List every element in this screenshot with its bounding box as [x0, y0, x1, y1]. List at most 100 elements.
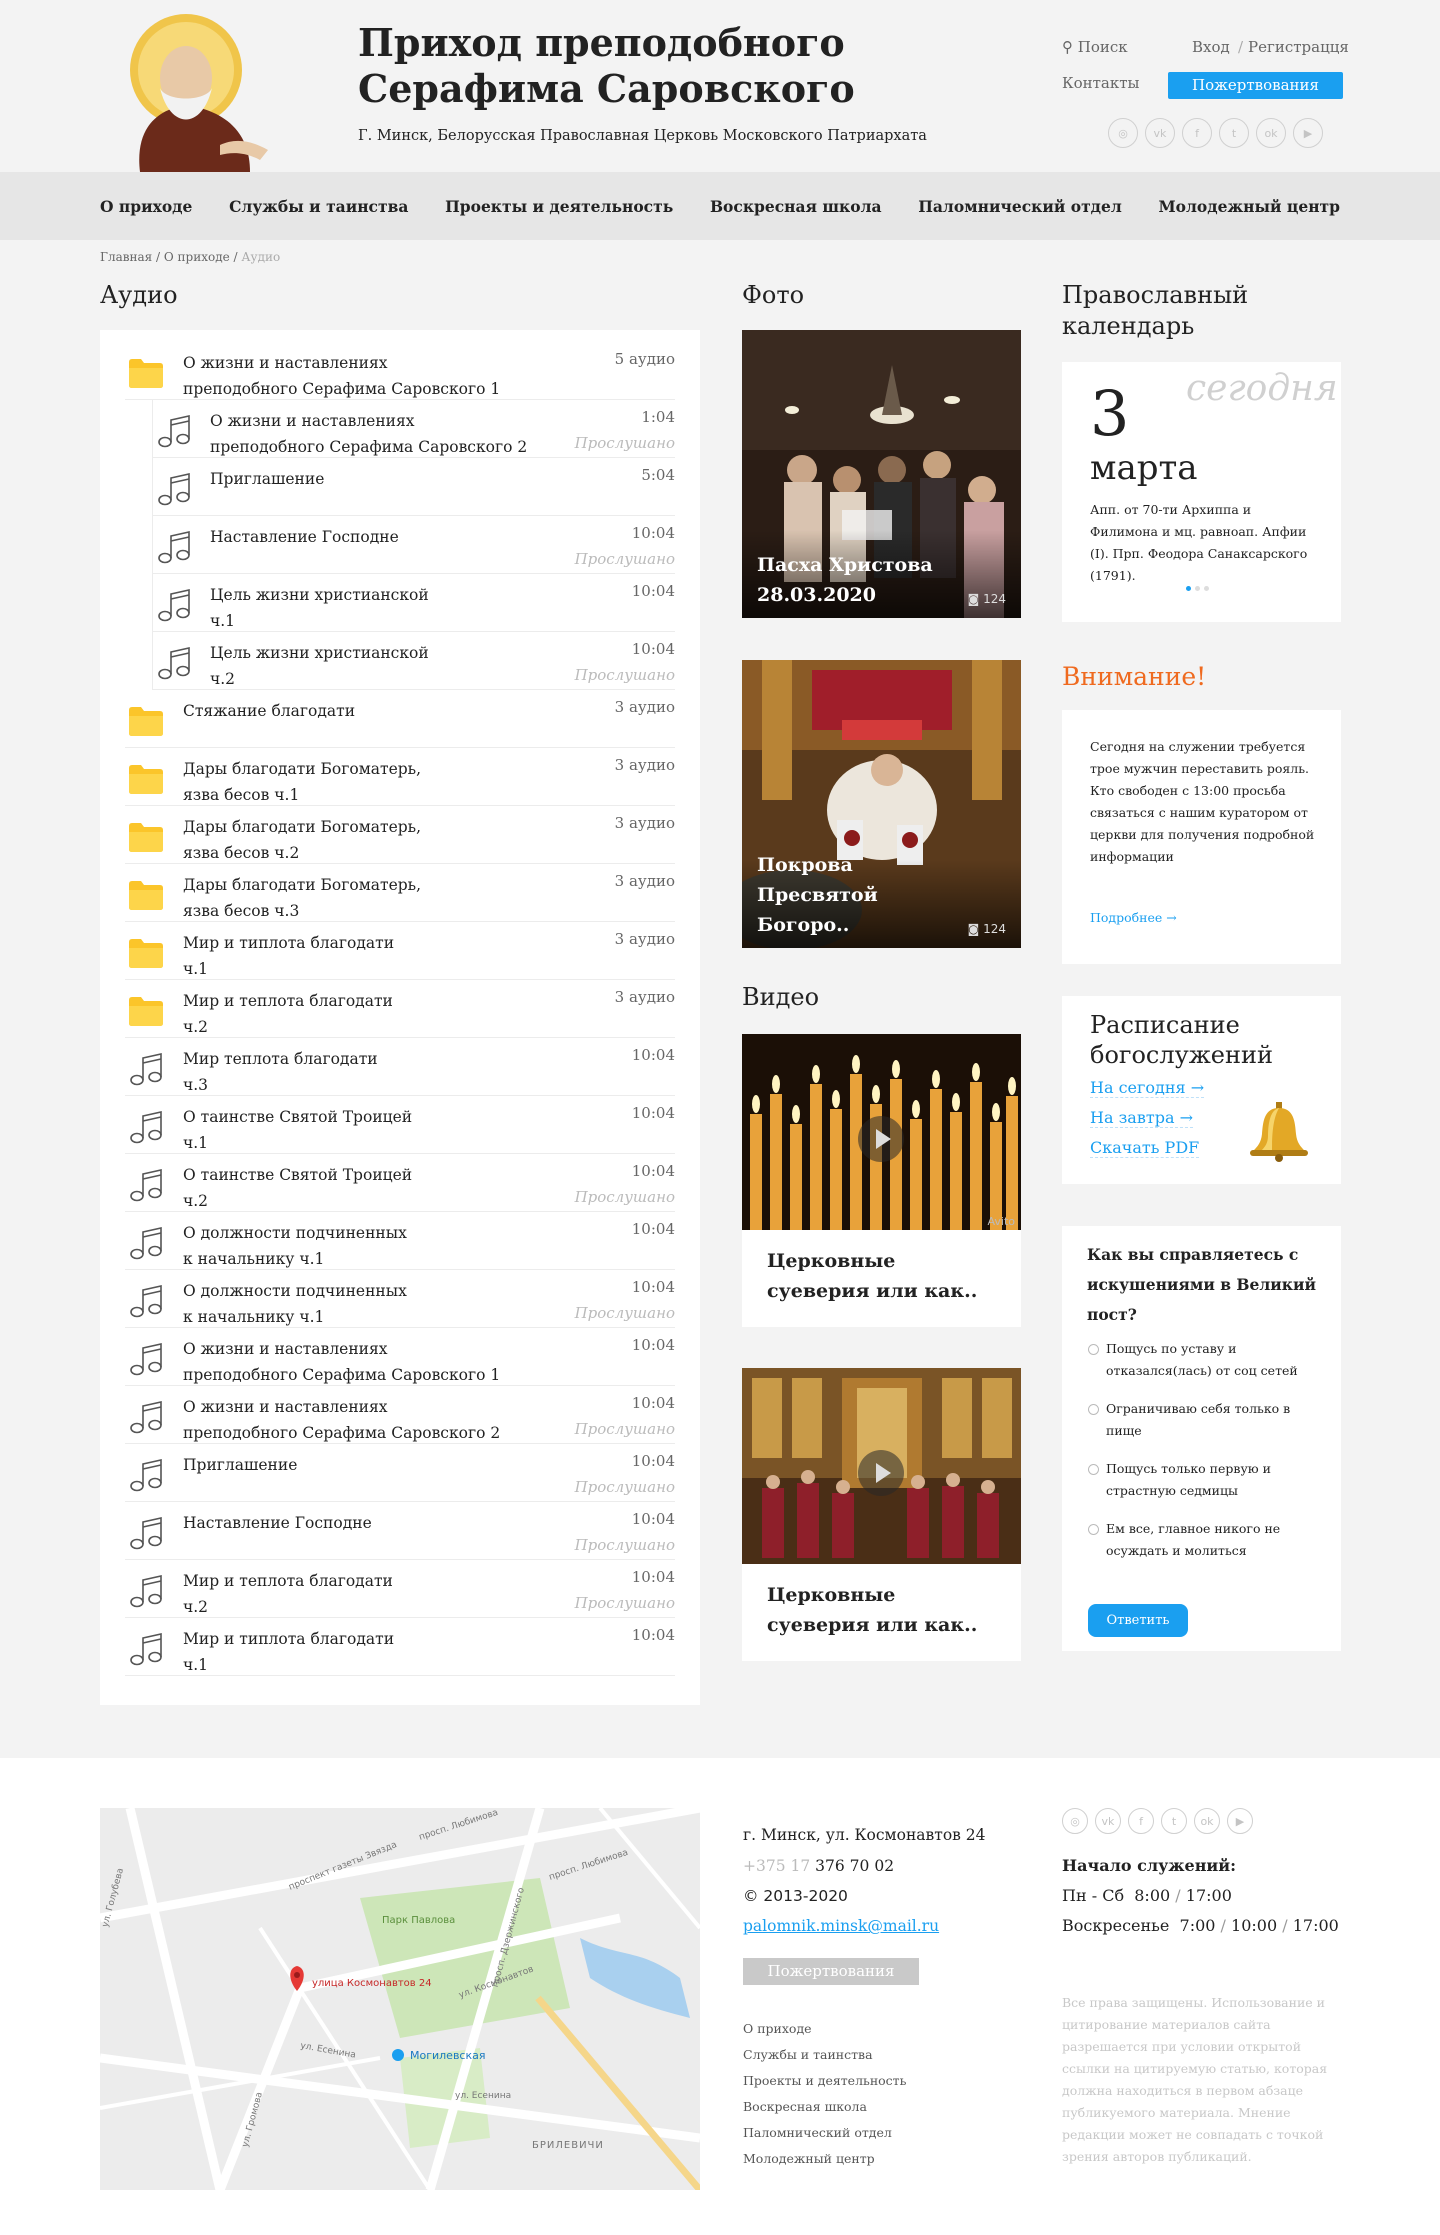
nav-item-services[interactable]: Службы и таинства [229, 197, 408, 216]
folder-icon [128, 820, 164, 854]
site-title[interactable]: Приход преподобного Серафима Саровского [358, 20, 855, 112]
footer-email-link[interactable]: palomnik.minsk@mail.ru [743, 1917, 939, 1935]
audio-title: О жизни и наставлениях преподобного Сераф… [183, 1394, 513, 1446]
radio-icon[interactable] [1088, 1464, 1099, 1475]
play-icon[interactable] [858, 1116, 904, 1162]
listened-badge: Прослушано [574, 1420, 675, 1438]
poll-option-label: Пощусь по уставу и отказался(лась) от со… [1106, 1341, 1298, 1378]
nav-item-youth[interactable]: Молодежный центр [1159, 197, 1340, 216]
photo-heading: Фото [742, 281, 805, 309]
twitter-icon[interactable]: t [1219, 118, 1249, 148]
login-link[interactable]: Вход [1192, 38, 1230, 56]
breadcrumb-home[interactable]: Главная [100, 250, 152, 264]
audio-track-row[interactable]: О жизни и наставлениях преподобного Сераф… [125, 1386, 675, 1444]
instagram-icon[interactable]: ◎ [1108, 118, 1138, 148]
audio-track-row[interactable]: О жизни и наставлениях преподобного Сераф… [152, 400, 675, 458]
vk-icon[interactable]: vk [1095, 1808, 1121, 1834]
radio-icon[interactable] [1088, 1344, 1099, 1355]
poll-answer-button[interactable]: Ответить [1088, 1604, 1188, 1637]
audio-folder-row[interactable]: Дары благодати Богоматерь, язва бесов ч.3… [125, 864, 675, 922]
contacts-link[interactable]: Контакты [1062, 74, 1140, 92]
audio-track-row[interactable]: Мир и типлота благодати ч.1 10:04 [125, 1618, 675, 1676]
audio-title-line1: Цель жизни христианской [210, 644, 429, 662]
audio-track-row[interactable]: Наставление Господне 10:04 Прослушано [152, 516, 675, 574]
footer-link-sunday-school[interactable]: Воскресная школа [743, 2094, 906, 2120]
video-card[interactable]: Avito Церковные суеверия или как.. [742, 1034, 1021, 1327]
radio-icon[interactable] [1088, 1404, 1099, 1415]
audio-track-row[interactable]: О таинстве Святой Троицей ч.1 10:04 [125, 1096, 675, 1154]
nav-item-pilgrimage[interactable]: Паломнический отдел [918, 197, 1122, 216]
listened-badge: Прослушано [574, 1536, 675, 1554]
audio-folder-row[interactable]: Мир и типлота благодати ч.1 3 аудио [125, 922, 675, 980]
vk-icon[interactable]: vk [1145, 118, 1175, 148]
footer-link-projects[interactable]: Проекты и деятельность [743, 2068, 906, 2094]
footer-link-about[interactable]: О приходе [743, 2016, 906, 2042]
audio-title-line2: к начальнику ч.1 [183, 1250, 325, 1268]
footer-address: г. Минск, ул. Космонавтов 24 [743, 1826, 986, 1844]
youtube-icon[interactable]: ▶ [1293, 118, 1323, 148]
footer-donate-button[interactable]: Пожертвования [743, 1958, 919, 1985]
pager-dot[interactable] [1195, 586, 1200, 591]
audio-track-row[interactable]: О таинстве Святой Троицей ч.2 10:04 Прослуш… [125, 1154, 675, 1212]
location-map[interactable]: проспект газеты Звязда просп. Любимова п… [100, 1808, 700, 2190]
audio-track-row[interactable]: Цель жизни христианской ч.1 10:04 [152, 574, 675, 632]
photo-album-card[interactable]: Пасха Христова 28.03.2020 ◙ 124 [742, 330, 1021, 618]
audio-track-row[interactable]: Цель жизни христианской ч.2 10:04 Прослушан… [152, 632, 675, 690]
audio-title-line2: ч.1 [183, 960, 209, 978]
audio-duration: 10:04 [631, 1104, 675, 1122]
register-link[interactable]: Регистрацця [1248, 38, 1349, 56]
audio-track-row[interactable]: Приглашение 5:04 [152, 458, 675, 516]
schedule-tomorrow-link[interactable]: На завтра → [1090, 1108, 1193, 1128]
audio-track-row[interactable]: Наставление Господне 10:04 Прослушано [125, 1502, 675, 1560]
footer-link-services[interactable]: Службы и таинства [743, 2042, 906, 2068]
nav-item-about[interactable]: О приходе [100, 197, 192, 216]
odnoklassniki-icon[interactable]: ok [1256, 118, 1286, 148]
nav-item-sunday-school[interactable]: Воскресная школа [710, 197, 882, 216]
donate-button[interactable]: Пожертвования [1168, 72, 1343, 99]
audio-folder-row[interactable]: Дары благодати Богоматерь, язва бесов ч.1… [125, 748, 675, 806]
nav-item-projects[interactable]: Проекты и деятельность [445, 197, 673, 216]
schedule-pdf-link[interactable]: Скачать PDF [1090, 1138, 1200, 1158]
facebook-icon[interactable]: f [1182, 118, 1212, 148]
search-link[interactable]: ⚲ Поиск [1062, 38, 1128, 56]
video-card[interactable]: Церковные суеверия или как.. [742, 1368, 1021, 1661]
audio-title-line2: ч.1 [183, 1656, 209, 1674]
audio-title-line1: Дары благодати Богоматерь, [183, 818, 422, 836]
audio-title-line1: Приглашение [183, 1456, 298, 1474]
calendar-heading-line2: календарь [1062, 312, 1195, 340]
notice-more-link[interactable]: Подробнее → [1090, 910, 1177, 925]
audio-folder-row[interactable]: О жизни и наставлениях преподобного Сераф… [125, 342, 675, 400]
pager-dot[interactable] [1204, 586, 1209, 591]
play-icon[interactable] [858, 1450, 904, 1496]
audio-folder-row[interactable]: Стяжание благодати 3 аудио [125, 690, 675, 748]
youtube-icon[interactable]: ▶ [1227, 1808, 1253, 1834]
schedule-today-link[interactable]: На сегодня → [1090, 1078, 1205, 1098]
audio-track-row[interactable]: Мир теплота благодати ч.3 10:04 [125, 1038, 675, 1096]
audio-track-row[interactable]: Мир и теплота благодати ч.2 10:04 Прослушан… [125, 1560, 675, 1618]
audio-track-row[interactable]: О должности подчиненных к начальнику ч.1 1… [125, 1270, 675, 1328]
listened-badge: Прослушано [574, 1478, 675, 1496]
audio-track-row[interactable]: О должности подчиненных к начальнику ч.1 1… [125, 1212, 675, 1270]
audio-track-row[interactable]: Приглашение 10:04 Прослушано [125, 1444, 675, 1502]
odnoklassniki-icon[interactable]: ok [1194, 1808, 1220, 1834]
audio-folder-row[interactable]: Дары благодати Богоматерь, язва бесов ч.2… [125, 806, 675, 864]
footer-phone[interactable]: +375 17 376 70 02 [743, 1857, 894, 1875]
audio-track-row[interactable]: О жизни и наставлениях преподобного Сераф… [125, 1328, 675, 1386]
photo-album-card[interactable]: Покрова Пресвятой Богоро.. ◙ 124 [742, 660, 1021, 948]
calendar-heading-line1: Православный [1062, 281, 1249, 309]
footer-link-pilgrimage[interactable]: Паломнический отдел [743, 2120, 906, 2146]
breadcrumb-about[interactable]: О приходе [164, 250, 230, 264]
twitter-icon[interactable]: t [1161, 1808, 1187, 1834]
audio-title-line2: ч.2 [183, 1598, 209, 1616]
facebook-icon[interactable]: f [1128, 1808, 1154, 1834]
audio-folder-row[interactable]: Мир и теплота благодати ч.2 3 аудио [125, 980, 675, 1038]
poll-question: Как вы справляетесь с искушениями в Вели… [1087, 1245, 1316, 1324]
radio-icon[interactable] [1088, 1524, 1099, 1535]
audio-title: Наставление Господне [210, 524, 530, 550]
pager-dot[interactable] [1186, 586, 1191, 591]
time-separator: / [1175, 1886, 1181, 1905]
saint-seraphim-icon[interactable] [100, 10, 272, 172]
footer-link-youth[interactable]: Молодежный центр [743, 2146, 906, 2172]
instagram-icon[interactable]: ◎ [1062, 1808, 1088, 1834]
calendar-today-label: сегодня [1186, 368, 1338, 409]
